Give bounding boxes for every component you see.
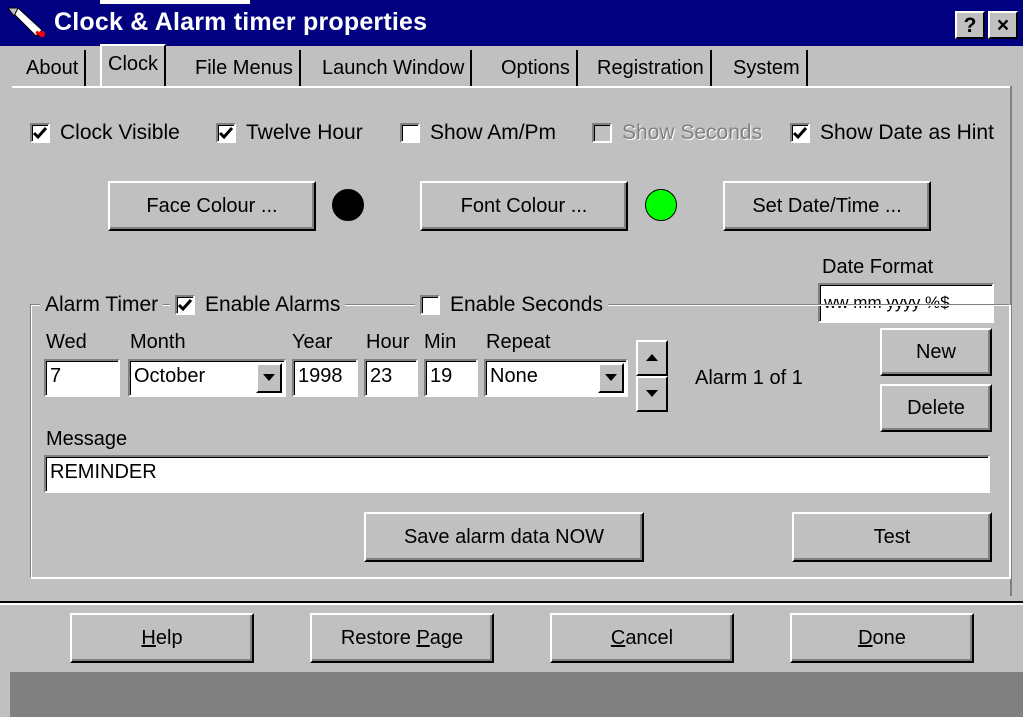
enable-alarms-checkbox[interactable]: Enable Alarms <box>170 291 346 319</box>
hour-input[interactable]: 23 <box>364 359 418 397</box>
check-icon <box>33 127 47 140</box>
month-label: Month <box>130 331 186 353</box>
tab-divider <box>12 86 1012 88</box>
twelve-hour-label: Twelve Hour <box>246 121 363 144</box>
tab-clock[interactable]: Clock <box>100 44 167 86</box>
set-datetime-button[interactable]: Set Date/Time ... <box>723 181 931 231</box>
tab-system[interactable]: System <box>727 50 808 86</box>
year-label: Year <box>292 331 333 353</box>
help-label-post: elp <box>155 626 183 649</box>
close-title-button[interactable]: × <box>988 11 1018 39</box>
repeat-select[interactable]: None <box>484 359 628 397</box>
check-icon <box>219 127 233 140</box>
month-select[interactable]: October <box>128 359 286 397</box>
month-dropdown-button[interactable] <box>256 363 282 393</box>
min-label: Min <box>424 331 457 353</box>
show-seconds-checkbox[interactable]: Show Seconds <box>592 119 762 147</box>
font-colour-swatch <box>645 189 677 221</box>
restore-page-button[interactable]: Restore Page <box>310 613 494 663</box>
app-wand-icon <box>6 6 50 46</box>
tab-about[interactable]: About <box>20 50 87 86</box>
help-accel-key: H <box>141 626 156 649</box>
font-colour-button[interactable]: Font Colour ... <box>420 181 628 231</box>
alarm-down-button[interactable] <box>636 376 668 412</box>
hour-label: Hour <box>366 331 410 353</box>
checkbox-box[interactable] <box>592 123 612 143</box>
new-alarm-button[interactable]: New <box>880 328 992 376</box>
month-value: October <box>134 365 206 387</box>
repeat-dropdown-button[interactable] <box>598 363 624 393</box>
alarm-timer-label: Alarm Timer <box>45 293 159 316</box>
alarm-timer-legend: Alarm Timer <box>40 291 164 319</box>
clock-visible-label: Clock Visible <box>60 121 180 144</box>
check-icon <box>178 299 192 312</box>
enable-seconds-checkbox[interactable]: Enable Seconds <box>415 291 608 319</box>
show-seconds-label: Show Seconds <box>622 121 763 144</box>
wed-label: Wed <box>46 331 87 353</box>
title-strip <box>100 0 250 4</box>
check-icon <box>793 127 807 140</box>
help-title-button[interactable]: ? <box>955 11 985 39</box>
status-bar <box>10 672 1023 717</box>
cancel-button[interactable]: Cancel <box>550 613 734 663</box>
done-button[interactable]: Done <box>790 613 974 663</box>
alarm-counter: Alarm 1 of 1 <box>695 367 803 389</box>
panel-edge <box>1010 86 1012 596</box>
tab-launch-window[interactable]: Launch Window <box>316 50 473 86</box>
face-colour-swatch <box>332 189 364 221</box>
show-ampm-checkbox[interactable]: Show Am/Pm <box>400 119 556 147</box>
checkbox-box[interactable] <box>30 123 50 143</box>
checkbox-box[interactable] <box>175 295 195 315</box>
message-input[interactable]: REMINDER <box>44 455 990 493</box>
enable-seconds-label: Enable Seconds <box>450 293 603 316</box>
tab-file-menus[interactable]: File Menus <box>189 50 301 86</box>
window-title: Clock & Alarm timer properties <box>54 8 428 36</box>
chevron-down-icon <box>605 374 617 381</box>
save-alarm-button[interactable]: Save alarm data NOW <box>364 512 644 562</box>
restore-label-post: age <box>429 626 464 649</box>
restore-accel-key: P <box>416 626 430 649</box>
alarm-up-button[interactable] <box>636 340 668 376</box>
repeat-label: Repeat <box>486 331 551 353</box>
tab-options[interactable]: Options <box>495 50 578 86</box>
date-format-label: Date Format <box>822 256 934 278</box>
day-input[interactable]: 7 <box>44 359 120 397</box>
clock-visible-checkbox[interactable]: Clock Visible <box>30 119 180 147</box>
title-bar[interactable]: Clock & Alarm timer properties ? × <box>0 0 1023 46</box>
done-accel-key: D <box>858 626 873 649</box>
year-input[interactable]: 1998 <box>292 359 358 397</box>
arrow-up-icon <box>646 354 658 361</box>
restore-label-pre: Restore <box>340 626 417 649</box>
checkbox-box[interactable] <box>216 123 236 143</box>
chevron-down-icon <box>263 374 275 381</box>
footer-divider-highlight <box>0 603 1023 605</box>
twelve-hour-checkbox[interactable]: Twelve Hour <box>216 119 363 147</box>
test-alarm-button[interactable]: Test <box>792 512 992 562</box>
checkbox-box[interactable] <box>790 123 810 143</box>
tab-registration[interactable]: Registration <box>591 50 712 86</box>
delete-alarm-button[interactable]: Delete <box>880 384 992 432</box>
repeat-value: None <box>490 365 538 387</box>
message-label: Message <box>46 428 128 450</box>
done-label-post: one <box>872 626 906 649</box>
help-button[interactable]: Help <box>70 613 254 663</box>
show-date-hint-label: Show Date as Hint <box>820 121 994 144</box>
cancel-accel-key: C <box>610 626 626 649</box>
checkbox-box[interactable] <box>420 295 440 315</box>
show-date-hint-checkbox[interactable]: Show Date as Hint <box>790 119 994 147</box>
min-input[interactable]: 19 <box>424 359 478 397</box>
arrow-down-icon <box>646 390 658 397</box>
enable-alarms-label: Enable Alarms <box>205 293 341 316</box>
cancel-label-post: ancel <box>625 626 674 649</box>
checkbox-box[interactable] <box>400 123 420 143</box>
face-colour-button[interactable]: Face Colour ... <box>108 181 316 231</box>
show-ampm-label: Show Am/Pm <box>430 121 557 144</box>
